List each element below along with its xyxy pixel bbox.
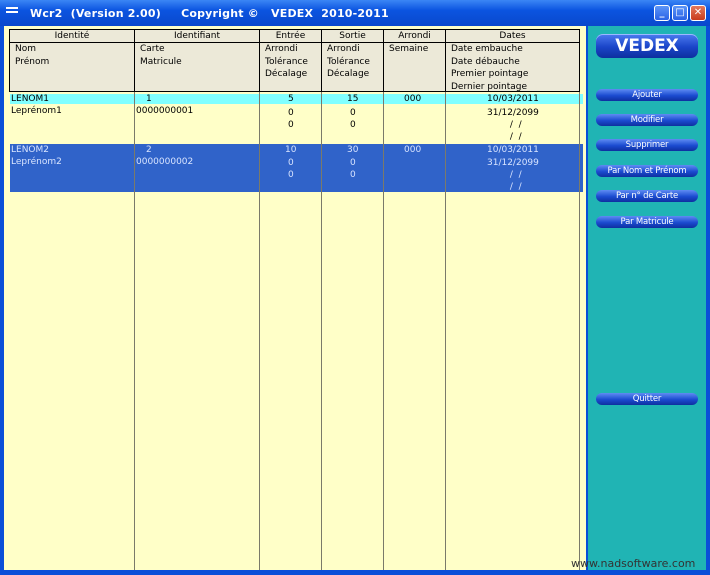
column-divider bbox=[445, 92, 446, 570]
col-sub-label: Décalage bbox=[265, 69, 308, 79]
cell-sortie-arrondi: 30 bbox=[347, 145, 359, 155]
cell-premier-pointage: / / bbox=[507, 170, 522, 180]
cell-carte: 2 bbox=[146, 145, 152, 155]
col-caption: Dates bbox=[446, 30, 579, 43]
cell-entree-arrondi: 5 bbox=[288, 94, 294, 104]
system-menu-icon[interactable] bbox=[6, 7, 18, 17]
cell-prenom: Leprénom1 bbox=[11, 106, 62, 116]
col-sub-label: Date débauche bbox=[451, 56, 520, 67]
delete-button[interactable]: Supprimer bbox=[596, 139, 698, 151]
cell-semaine: 000 bbox=[404, 94, 422, 104]
col-sub-label: Arrondi bbox=[265, 44, 298, 54]
cell-entree-tolerance: 0 bbox=[288, 158, 294, 168]
watermark-url: www.nadsoftware.com bbox=[571, 557, 696, 570]
col-sub-label: Dernier pointage bbox=[451, 81, 528, 92]
cell-entree-decalage: 0 bbox=[288, 170, 294, 180]
window-title: Wcr2 (Version 2.00) Copyright © VEDEX 20… bbox=[30, 7, 389, 20]
sort-by-name-button[interactable]: Par Nom et Prénom bbox=[596, 165, 698, 177]
cell-matricule: 0000000002 bbox=[136, 157, 194, 167]
col-sub-label: Tolérance bbox=[327, 56, 370, 67]
column-divider bbox=[321, 92, 322, 570]
cell-date-debauche: 31/12/2099 bbox=[487, 108, 539, 118]
cell-sortie-decalage: 0 bbox=[350, 170, 356, 180]
column-divider bbox=[579, 92, 580, 570]
col-sub-label: Nom bbox=[15, 44, 37, 54]
cell-nom: LENOM1 bbox=[11, 94, 50, 104]
column-divider bbox=[259, 92, 260, 570]
cell-carte: 1 bbox=[146, 94, 152, 104]
cell-date-embauche: 10/03/2011 bbox=[487, 145, 539, 155]
column-divider bbox=[383, 92, 384, 570]
cell-matricule: 0000000001 bbox=[136, 106, 194, 116]
vedex-logo-button[interactable]: VEDEX bbox=[596, 34, 698, 58]
cell-entree-arrondi: 10 bbox=[285, 145, 297, 155]
minimize-button[interactable]: _ bbox=[654, 5, 670, 21]
add-button[interactable]: Ajouter bbox=[596, 89, 698, 101]
col-sub-label: Décalage bbox=[327, 69, 370, 79]
title-bar: Wcr2 (Version 2.00) Copyright © VEDEX 20… bbox=[0, 0, 710, 26]
cell-sortie-arrondi: 15 bbox=[347, 94, 359, 104]
col-sub-label: Carte bbox=[140, 44, 165, 54]
col-header-identite[interactable]: Identité Nom Prénom bbox=[9, 29, 135, 92]
col-sub-label: Premier pointage bbox=[451, 69, 529, 79]
cell-sortie-tolerance: 0 bbox=[350, 108, 356, 118]
col-sub-label: Arrondi bbox=[327, 44, 360, 54]
col-header-dates[interactable]: Dates Date embauche Date débauche Premie… bbox=[445, 29, 580, 92]
column-divider bbox=[134, 92, 135, 570]
cell-prenom: Leprénom2 bbox=[11, 157, 62, 167]
cell-sortie-decalage: 0 bbox=[350, 120, 356, 130]
col-header-sortie[interactable]: Sortie Arrondi Tolérance Décalage bbox=[321, 29, 384, 92]
cell-entree-decalage: 0 bbox=[288, 120, 294, 130]
sort-by-card-button[interactable]: Par n° de Carte bbox=[596, 190, 698, 202]
app-window: Wcr2 (Version 2.00) Copyright © VEDEX 20… bbox=[0, 0, 710, 575]
quit-button[interactable]: Quitter bbox=[596, 393, 698, 405]
col-caption: Entrée bbox=[260, 30, 321, 43]
col-sub-label: Semaine bbox=[389, 44, 429, 54]
cell-sortie-tolerance: 0 bbox=[350, 158, 356, 168]
cell-date-debauche: 31/12/2099 bbox=[487, 158, 539, 168]
col-header-arrondi[interactable]: Arrondi Semaine bbox=[383, 29, 446, 92]
col-header-identifiant[interactable]: Identifiant Carte Matricule bbox=[134, 29, 260, 92]
cell-dernier-pointage: / / bbox=[507, 132, 522, 142]
col-sub-label: Date embauche bbox=[451, 44, 523, 54]
employee-grid[interactable]: Identité Nom Prénom Identifiant Carte Ma… bbox=[4, 26, 586, 570]
col-sub-label: Tolérance bbox=[265, 56, 308, 67]
cell-nom: LENOM2 bbox=[11, 145, 50, 155]
close-button[interactable]: ✕ bbox=[690, 5, 706, 21]
action-sidebar: VEDEX Ajouter Modifier Supprimer Par Nom… bbox=[588, 26, 706, 570]
col-sub-label: Prénom bbox=[15, 56, 50, 67]
maximize-button[interactable]: □ bbox=[672, 5, 688, 21]
col-header-entree[interactable]: Entrée Arrondi Tolérance Décalage bbox=[259, 29, 322, 92]
col-caption: Sortie bbox=[322, 30, 383, 43]
modify-button[interactable]: Modifier bbox=[596, 114, 698, 126]
col-caption: Identifiant bbox=[135, 30, 259, 43]
col-caption: Arrondi bbox=[384, 30, 445, 43]
sort-by-matricule-button[interactable]: Par Matricule bbox=[596, 216, 698, 228]
col-caption: Identité bbox=[10, 30, 134, 43]
col-sub-label: Matricule bbox=[140, 56, 182, 67]
cell-dernier-pointage: / / bbox=[507, 182, 522, 192]
cell-semaine: 000 bbox=[404, 145, 422, 155]
cell-date-embauche: 10/03/2011 bbox=[487, 94, 539, 104]
cell-premier-pointage: / / bbox=[507, 120, 522, 130]
cell-entree-tolerance: 0 bbox=[288, 108, 294, 118]
